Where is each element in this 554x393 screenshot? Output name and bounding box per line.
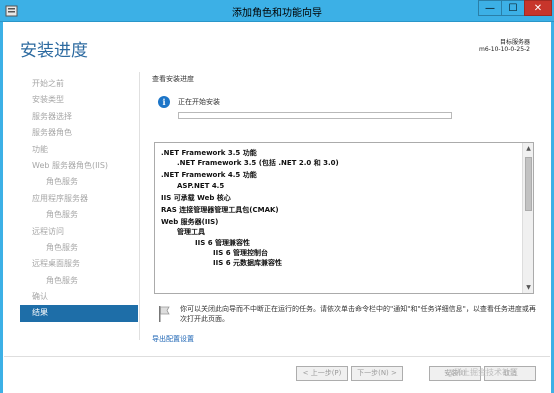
section-label: 查看安装进度 — [152, 75, 194, 83]
result-line: .NET Framework 3.5 (包括 .NET 2.0 和 3.0) — [177, 159, 339, 168]
sidebar-divider — [139, 72, 140, 340]
sidebar-item[interactable]: 服务器角色 — [20, 125, 138, 141]
flag-icon — [159, 306, 170, 322]
watermark: @稀土掘金技术社区 — [446, 368, 518, 377]
next-button[interactable]: 下一步(N) > — [351, 366, 403, 381]
close-wizard-notice: 你可以关闭此向导而不中断正在运行的任务。请依次单击命令栏中的"通知"和"任务详细… — [180, 305, 536, 323]
result-line: IIS 6 管理控制台 — [213, 248, 268, 257]
sidebar-item[interactable]: 服务器选择 — [20, 109, 138, 125]
scrollbar-thumb[interactable] — [525, 157, 532, 211]
wizard-steps-sidebar: 开始之前 安装类型 服务器选择 服务器角色 功能 Web 服务器角色(IIS) 角色服务 应用… — [20, 76, 138, 322]
sidebar-item[interactable]: Web 服务器角色(IIS) — [20, 158, 138, 174]
sidebar-item[interactable]: 远程桌面服务 — [20, 256, 138, 272]
sidebar-item[interactable]: 角色服务 — [20, 240, 138, 256]
sidebar-item[interactable]: 安装类型 — [20, 92, 138, 108]
sidebar-item[interactable]: 结果 — [20, 305, 138, 322]
sidebar-item[interactable]: 远程访问 — [20, 224, 138, 240]
result-line: ASP.NET 4.5 — [177, 181, 225, 190]
result-line: .NET Framework 3.5 功能 — [161, 149, 257, 157]
sidebar-item[interactable]: 开始之前 — [20, 76, 138, 92]
previous-button[interactable]: < 上一步(P) — [296, 366, 348, 381]
result-line: 管理工具 — [177, 228, 205, 237]
sidebar-item[interactable]: 功能 — [20, 142, 138, 158]
window-title: 添加角色和功能向导 — [232, 8, 322, 19]
window-frame-left — [0, 22, 3, 393]
results-content: .NET Framework 3.5 功能 .NET Framework 3.5 … — [161, 148, 517, 268]
result-line: IIS 6 元数据库兼容性 — [213, 258, 282, 267]
results-scrollbar[interactable]: ▲ ▼ — [522, 143, 533, 293]
installation-results-list[interactable]: .NET Framework 3.5 功能 .NET Framework 3.5 … — [154, 142, 534, 294]
progress-bar — [178, 112, 452, 119]
minimize-button[interactable]: — — [478, 0, 502, 16]
destination-server-name: m6-10-10-0-25-2 — [478, 46, 530, 53]
sidebar-item[interactable]: 应用程序服务器 — [20, 191, 138, 207]
result-line: Web 服务器(IIS) — [161, 218, 219, 227]
result-line: .NET Framework 4.5 功能 — [161, 171, 257, 180]
export-configuration-link[interactable]: 导出配置设置 — [152, 334, 194, 344]
scroll-up-icon[interactable]: ▲ — [524, 144, 533, 153]
sidebar-item[interactable]: 角色服务 — [20, 207, 138, 223]
scroll-down-icon[interactable]: ▼ — [524, 283, 533, 292]
page-title: 安装进度 — [20, 41, 88, 61]
window-titlebar: 添加角色和功能向导 — ☐ ✕ — [0, 0, 554, 22]
info-icon: i — [158, 96, 170, 108]
maximize-button[interactable]: ☐ — [501, 0, 525, 16]
footer-divider — [4, 356, 550, 357]
destination-server-label: 目标服务器 — [499, 39, 530, 46]
close-button[interactable]: ✕ — [524, 0, 552, 16]
progress-status: 正在开始安装 — [178, 98, 220, 106]
result-line: RAS 连接管理器管理工具包(CMAK) — [161, 205, 279, 214]
sidebar-item[interactable]: 确认 — [20, 289, 138, 305]
sidebar-item[interactable]: 角色服务 — [20, 174, 138, 190]
result-line: IIS 6 管理兼容性 — [195, 238, 250, 247]
result-line: IIS 可承载 Web 核心 — [161, 193, 231, 202]
sidebar-item[interactable]: 角色服务 — [20, 273, 138, 289]
